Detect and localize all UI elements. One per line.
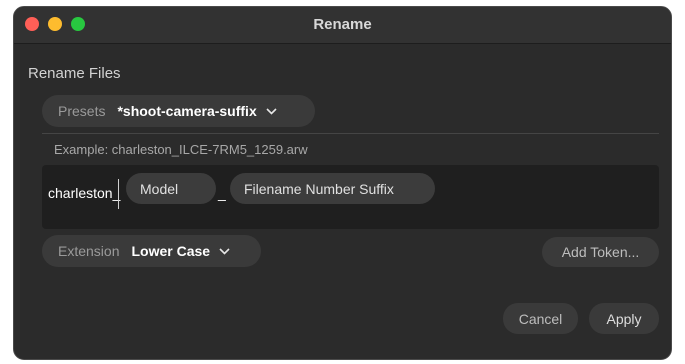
rename-dialog: Rename Rename Files Presets *shoot-camer… (13, 6, 672, 360)
title-bar: Rename (14, 7, 671, 44)
chevron-down-icon (219, 244, 230, 258)
window-title: Rename (313, 16, 372, 33)
divider (42, 133, 659, 134)
apply-button[interactable]: Apply (589, 303, 659, 334)
presets-value: *shoot-camera-suffix (117, 103, 257, 119)
presets-dropdown[interactable]: Presets *shoot-camera-suffix (42, 95, 315, 127)
cancel-button[interactable]: Cancel (503, 303, 578, 334)
section-heading: Rename Files (28, 65, 121, 82)
example-filename: Example: charleston_ILCE-7RM5_1259.arw (54, 142, 308, 157)
extension-label: Extension (58, 243, 120, 259)
literal-text[interactable]: charleston_ (48, 185, 120, 201)
rename-token-editor[interactable]: charleston_ Model _ Filename Number Suff… (42, 165, 659, 229)
extension-value: Lower Case (131, 243, 211, 259)
text-caret (118, 179, 119, 209)
separator-text[interactable]: _ (218, 185, 226, 201)
add-token-button[interactable]: Add Token... (542, 237, 659, 267)
token-filename-number-suffix[interactable]: Filename Number Suffix (230, 173, 435, 204)
extension-dropdown[interactable]: Extension Lower Case (42, 235, 261, 267)
chevron-down-icon (266, 104, 277, 118)
presets-label: Presets (58, 103, 106, 119)
token-model[interactable]: Model (126, 173, 216, 204)
